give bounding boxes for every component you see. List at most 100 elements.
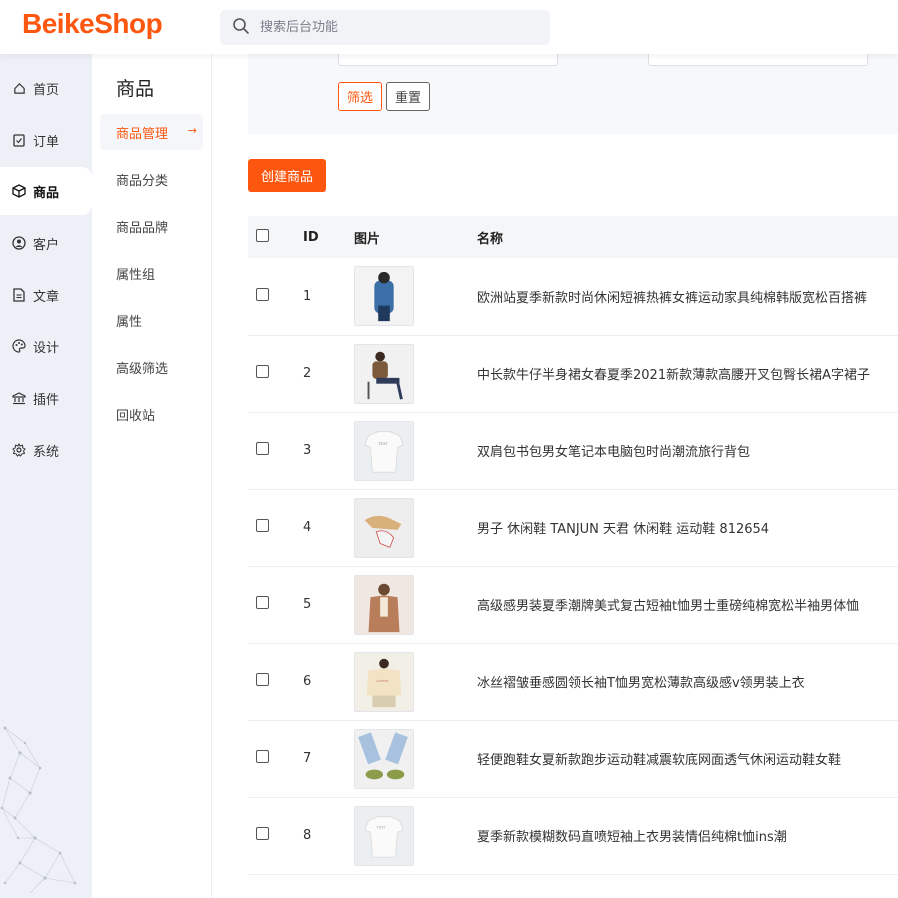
product-thumbnail[interactable] — [354, 728, 414, 789]
row-checkbox[interactable] — [256, 365, 269, 378]
main-content: 筛选 重置 创建商品 ID 图片 名称 1 欧洲站夏季新款时尚休闲短裤热裤女裤运动… — [212, 40, 898, 898]
decorative-network-graphic — [0, 726, 77, 894]
product-thumbnail[interactable]: TEXT — [354, 805, 414, 866]
nav-label: 插件 — [33, 392, 60, 408]
row-checkbox-cell — [248, 335, 303, 412]
product-thumbnail[interactable] — [354, 574, 414, 635]
table-row[interactable]: 1 欧洲站夏季新款时尚休闲短裤热裤女裤运动家具纯棉韩版宽松百搭裤 — [248, 258, 898, 335]
submenu-label: 属性 — [116, 314, 143, 330]
nav-item-design[interactable]: 设计 — [0, 322, 92, 370]
product-thumbnail[interactable] — [354, 497, 414, 558]
row-id: 6 — [303, 674, 312, 689]
nav-item-home[interactable]: 首页 — [0, 64, 92, 112]
reset-button[interactable]: 重置 — [386, 82, 431, 111]
table-body: 1 欧洲站夏季新款时尚休闲短裤热裤女裤运动家具纯棉韩版宽松百搭裤 2 中长款牛仔半身裙… — [248, 258, 898, 874]
product-table: ID 图片 名称 1 欧洲站夏季新款时尚休闲短裤热裤女裤运动家具纯棉韩版宽松百搭裤… — [248, 216, 898, 875]
row-checkbox-cell — [248, 412, 303, 489]
row-image-cell: TEXT — [354, 412, 477, 489]
submenu-item-advanced-filter[interactable]: 高级筛选 — [100, 349, 203, 385]
row-id: 4 — [303, 520, 312, 535]
row-id: 1 — [303, 288, 312, 304]
table-row[interactable]: 4 男子 休闲鞋 TANJUN 天君 休闲鞋 运动鞋 812654 — [248, 489, 898, 566]
svg-text:TEXT: TEXT — [377, 441, 388, 446]
row-name[interactable]: 夏季新款模糊数码直喷短袖上衣男装情侣纯棉t恤ins潮 — [477, 797, 898, 874]
product-thumbnail[interactable]: Lorem — [354, 651, 414, 712]
row-id: 2 — [303, 366, 312, 381]
row-id: 7 — [303, 751, 312, 766]
nav-item-plugins[interactable]: 插件 — [0, 374, 92, 422]
filter-panel: 筛选 重置 — [248, 40, 898, 134]
nav-label: 文章 — [33, 289, 60, 305]
row-checkbox-cell — [248, 489, 303, 566]
row-name[interactable]: 欧洲站夏季新款时尚休闲短裤热裤女裤运动家具纯棉韩版宽松百搭裤 — [477, 258, 898, 335]
row-checkbox[interactable] — [256, 596, 269, 609]
row-checkbox[interactable] — [256, 673, 269, 686]
svg-text:TEXT: TEXT — [375, 824, 386, 829]
submenu-item-brands[interactable]: 商品品牌 — [100, 208, 203, 244]
row-checkbox[interactable] — [256, 827, 269, 840]
search-input[interactable] — [260, 20, 540, 35]
row-name[interactable]: 中长款牛仔半身裙女春夏季2021新款薄款高腰开叉包臀长裙A字裙子 — [477, 335, 898, 412]
table-row[interactable]: 2 中长款牛仔半身裙女春夏季2021新款薄款高腰开叉包臀长裙A字裙子 — [248, 335, 898, 412]
top-header: BeikeShop — [0, 0, 898, 54]
submenu-item-product-management[interactable]: 商品管理 → — [100, 114, 203, 150]
submenu-label: 回收站 — [116, 408, 156, 424]
submenu-title: 商品 — [116, 78, 155, 100]
product-thumbnail[interactable] — [354, 266, 414, 327]
row-checkbox[interactable] — [256, 442, 269, 455]
nav-label: 订单 — [33, 134, 60, 150]
row-checkbox[interactable] — [256, 750, 269, 763]
filter-button[interactable]: 筛选 — [338, 82, 383, 111]
select-all-checkbox[interactable] — [256, 228, 269, 242]
row-checkbox[interactable] — [256, 519, 269, 532]
table-row[interactable]: 3 TEXT 双肩包书包男女笔记本电脑包时尚潮流旅行背包 — [248, 412, 898, 489]
nav-item-customers[interactable]: 客户 — [0, 219, 92, 267]
submenu-label: 商品管理 — [116, 126, 169, 142]
row-name[interactable]: 高级感男装夏季潮牌美式复古短袖t恤男士重磅纯棉宽松半袖男体恤 — [477, 566, 898, 643]
secondary-sidebar: 商品 商品管理 → 商品分类 商品品牌 属性组 属性 高级筛选 回收站 — [92, 54, 212, 898]
row-image-cell: Lorem — [354, 643, 477, 720]
clipboard-icon — [12, 133, 26, 147]
document-icon — [12, 288, 26, 302]
row-name[interactable]: 双肩包书包男女笔记本电脑包时尚潮流旅行背包 — [477, 412, 898, 489]
table-row[interactable]: 8 TEXT 夏季新款模糊数码直喷短袖上衣男装情侣纯棉t恤ins潮 — [248, 797, 898, 874]
nav-item-articles[interactable]: 文章 — [0, 271, 92, 319]
submenu-item-attributes[interactable]: 属性 — [100, 302, 203, 338]
submenu-item-recycle-bin[interactable]: 回收站 — [100, 396, 203, 432]
header-image: 图片 — [354, 231, 381, 247]
product-thumbnail[interactable]: TEXT — [354, 420, 414, 481]
table-row[interactable]: 5 高级感男装夏季潮牌美式复古短袖t恤男士重磅纯棉宽松半袖男体恤 — [248, 566, 898, 643]
row-image-cell — [354, 258, 477, 335]
row-image-cell: TEXT — [354, 797, 477, 874]
row-image-cell — [354, 335, 477, 412]
nav-item-system[interactable]: 系统 — [0, 426, 92, 474]
search-bar[interactable] — [220, 10, 550, 45]
submenu-item-categories[interactable]: 商品分类 — [100, 161, 203, 197]
table-row[interactable]: 7 轻便跑鞋女夏新款跑步运动鞋减震软底网面透气休闲运动鞋女鞋 — [248, 720, 898, 797]
logo[interactable]: BeikeShop — [22, 8, 163, 40]
gear-icon — [12, 443, 26, 457]
table-row[interactable]: 6 Lorem 冰丝褶皱垂感圆领长袖T恤男宽松薄款高级感v领男装上衣 — [248, 643, 898, 720]
row-checkbox-cell — [248, 797, 303, 874]
row-checkbox-cell — [248, 720, 303, 797]
row-image-cell — [354, 566, 477, 643]
user-circle-icon — [12, 236, 26, 250]
create-product-button[interactable]: 创建商品 — [248, 159, 327, 192]
row-checkbox[interactable] — [256, 287, 269, 301]
search-icon — [232, 17, 250, 39]
nav-item-orders[interactable]: 订单 — [0, 116, 92, 164]
nav-label: 首页 — [33, 82, 60, 98]
palette-icon — [12, 339, 26, 353]
header-name: 名称 — [477, 231, 504, 247]
row-name[interactable]: 男子 休闲鞋 TANJUN 天君 休闲鞋 运动鞋 812654 — [477, 489, 898, 566]
home-icon — [12, 81, 26, 95]
nav-item-products[interactable]: 商品 — [0, 167, 92, 215]
submenu-label: 属性组 — [116, 267, 156, 283]
primary-sidebar: 首页 订单 商品 客户 文章 设计 插件 系统 — [0, 54, 92, 898]
nav-label: 设计 — [33, 340, 60, 356]
submenu-item-attribute-groups[interactable]: 属性组 — [100, 255, 203, 291]
row-name[interactable]: 冰丝褶皱垂感圆领长袖T恤男宽松薄款高级感v领男装上衣 — [477, 643, 898, 720]
product-thumbnail[interactable] — [354, 343, 414, 404]
nav-label: 商品 — [33, 185, 60, 201]
row-name[interactable]: 轻便跑鞋女夏新款跑步运动鞋减震软底网面透气休闲运动鞋女鞋 — [477, 720, 898, 797]
